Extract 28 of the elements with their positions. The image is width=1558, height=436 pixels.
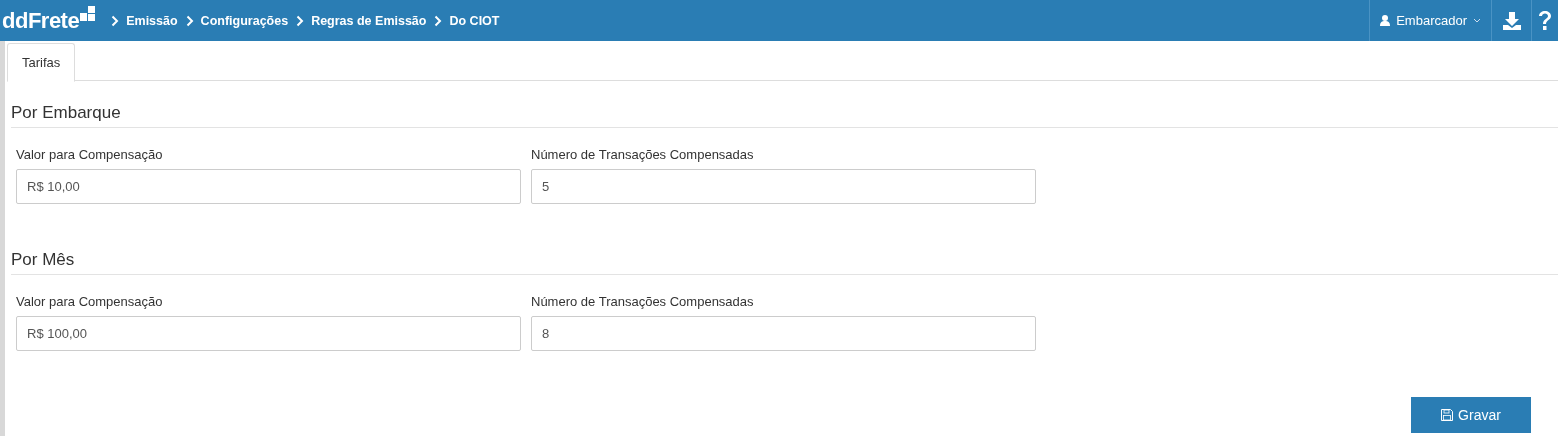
help-icon [1537,9,1553,32]
input-field[interactable]: R$ 100,00 [16,316,521,351]
save-button[interactable]: Gravar [1411,397,1531,433]
field-label: Número de Transações Compensadas [531,294,755,309]
chevron-icon [111,14,120,27]
breadcrumb-link[interactable]: Emissão [126,13,178,28]
logo-icon [80,5,96,21]
logo-text[interactable]: ddFrete [2,7,80,34]
input-field[interactable]: R$ 10,00 [16,169,521,204]
save-icon [1441,409,1454,421]
breadcrumb-link[interactable]: Do CIOT [449,13,500,28]
field-label: Número de Transações Compensadas [531,147,755,162]
field-label: Valor para Compensação [16,294,164,309]
chevron-icon [296,14,305,27]
caret-icon [1473,18,1481,23]
download-icon [1501,10,1522,31]
breadcrumb-link[interactable]: Configurações [200,13,289,28]
user-icon [1380,15,1391,26]
tab[interactable]: Tarifas [7,43,76,82]
breadcrumb-link[interactable]: Regras de Emissão [311,13,427,28]
section-title: Por Mês [11,250,1558,275]
section-title: Por Embarque [11,103,1558,128]
chevron-icon [185,14,194,27]
user-menu[interactable]: Embarcador [1369,0,1492,41]
input-field[interactable]: 5 [531,169,1036,204]
chevron-icon [434,14,443,27]
field-label: Valor para Compensação [16,147,164,162]
input-field[interactable]: 8 [531,316,1036,351]
